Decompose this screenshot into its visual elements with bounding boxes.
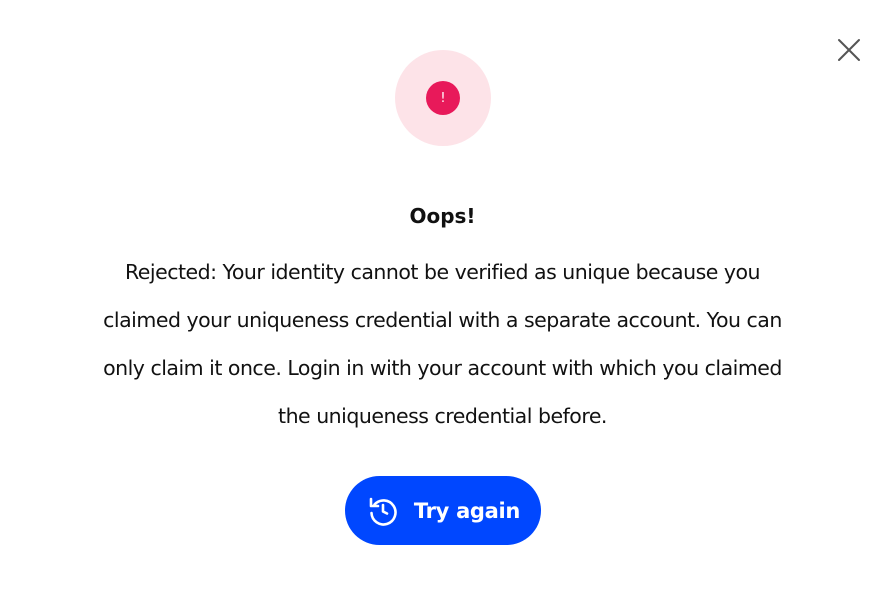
error-dot: !	[426, 81, 460, 115]
error-dialog: ! Oops! Rejected: Your identity cannot b…	[0, 0, 885, 591]
try-again-label: Try again	[413, 498, 521, 523]
close-button[interactable]	[832, 33, 866, 67]
error-alert-icon: !	[395, 50, 491, 146]
dialog-title: Oops!	[409, 204, 476, 228]
error-symbol: !	[440, 90, 446, 106]
retry-icon	[366, 494, 400, 528]
try-again-button[interactable]: Try again	[345, 476, 541, 545]
close-icon	[838, 39, 860, 61]
error-message: Rejected: Your identity cannot be verifi…	[103, 260, 782, 428]
